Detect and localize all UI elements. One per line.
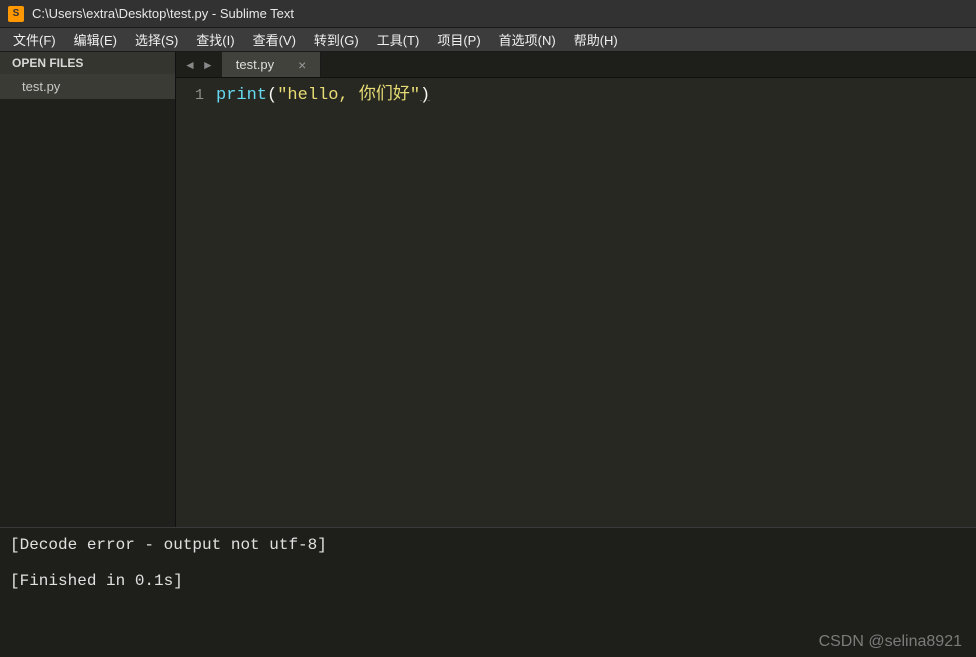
tab-prev-icon[interactable]: ◄ [184, 58, 196, 72]
menu-project[interactable]: 项目(P) [428, 27, 489, 52]
sidebar-header-open-files: OPEN FILES [0, 52, 175, 74]
code-content[interactable]: print("hello, 你们好") [216, 84, 976, 527]
menu-help[interactable]: 帮助(H) [565, 27, 627, 52]
menu-preferences[interactable]: 首选项(N) [490, 27, 565, 52]
close-icon[interactable]: × [298, 58, 306, 72]
window-title: C:\Users\extra\Desktop\test.py - Sublime… [32, 6, 294, 21]
menu-view[interactable]: 查看(V) [244, 27, 305, 52]
token-string: "hello, 你们好" [277, 86, 420, 105]
output-line-finished: [Finished in 0.1s] [10, 572, 966, 590]
main-area: OPEN FILES test.py ◄ ► test.py × 1 print… [0, 52, 976, 527]
sidebar-item-file[interactable]: test.py [0, 74, 175, 99]
menu-edit[interactable]: 编辑(E) [65, 27, 126, 52]
gutter: 1 [176, 84, 216, 527]
watermark: CSDN @selina8921 [819, 633, 962, 651]
menu-tools[interactable]: 工具(T) [368, 27, 429, 52]
token-function: print [216, 86, 267, 105]
sidebar: OPEN FILES test.py [0, 52, 176, 527]
app-icon: S [8, 6, 24, 22]
menu-find[interactable]: 查找(I) [187, 27, 243, 52]
tab-next-icon[interactable]: ► [202, 58, 214, 72]
editor-area: ◄ ► test.py × 1 print("hello, 你们好") [176, 52, 976, 527]
tab-test-py[interactable]: test.py × [222, 52, 321, 77]
line-number: 1 [176, 84, 204, 108]
tabbar: ◄ ► test.py × [176, 52, 976, 78]
tab-nav: ◄ ► [176, 52, 222, 77]
menu-select[interactable]: 选择(S) [126, 27, 187, 52]
output-line-error: [Decode error - output not utf-8] [10, 536, 966, 554]
menubar: 文件(F) 编辑(E) 选择(S) 查找(I) 查看(V) 转到(G) 工具(T… [0, 28, 976, 52]
token-close-paren: ) [420, 86, 430, 105]
code-editor[interactable]: 1 print("hello, 你们好") [176, 78, 976, 527]
menu-goto[interactable]: 转到(G) [305, 27, 368, 52]
output-panel: [Decode error - output not utf-8] [Finis… [0, 527, 976, 657]
tab-label: test.py [236, 57, 274, 72]
titlebar: S C:\Users\extra\Desktop\test.py - Subli… [0, 0, 976, 28]
token-open-paren: ( [267, 86, 277, 105]
menu-file[interactable]: 文件(F) [4, 27, 65, 52]
